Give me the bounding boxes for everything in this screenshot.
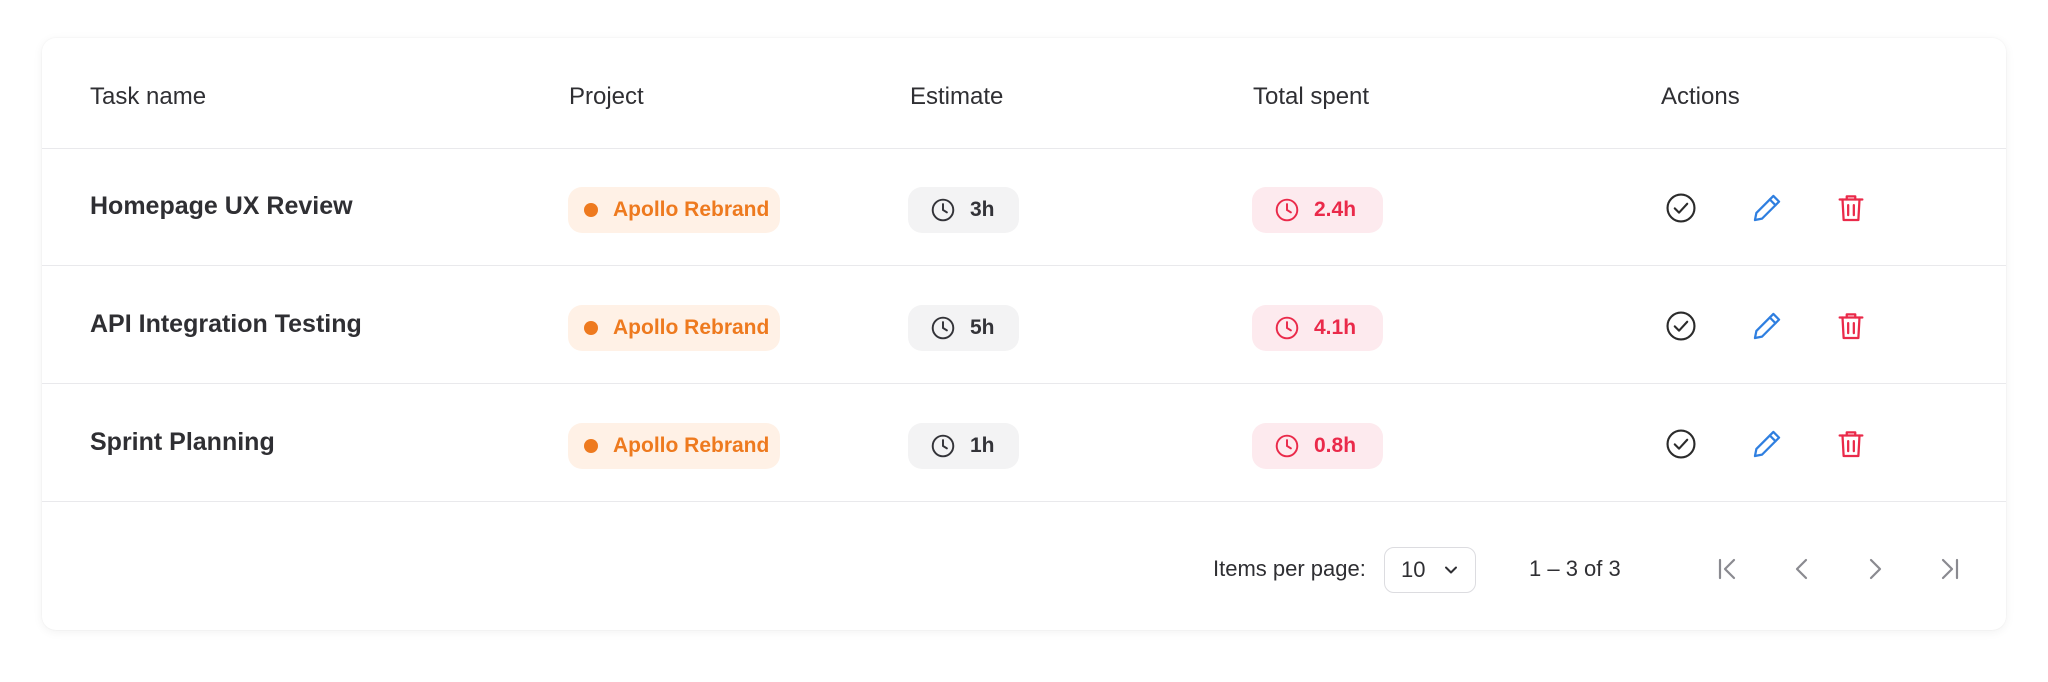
pencil-icon [1753,430,1781,458]
project-label: Apollo Rebrand [613,198,770,221]
estimate-value: 1h [970,434,995,457]
items-per-page-label: Items per page: [1213,556,1366,581]
clock-icon [1275,316,1299,340]
table-row: API Integration Testing Apollo Rebrand 5… [42,266,2006,384]
task-name: API Integration Testing [90,310,362,338]
table-row: Homepage UX Review Apollo Rebrand 3h 2.4… [42,148,2006,266]
project-badge: Apollo Rebrand [568,187,780,233]
previous-page-button[interactable] [1784,551,1820,587]
dot-icon [584,203,598,217]
pencil-icon [1753,312,1781,340]
items-per-page-select[interactable]: 10 [1384,547,1476,593]
total-spent-badge: 4.1h [1252,305,1383,351]
items-per-page-value: 10 [1401,557,1426,582]
estimate-value: 3h [970,198,995,221]
table-footer: Items per page: 10 1 – 3 of 3 [42,505,2006,630]
total-spent-value: 4.1h [1314,316,1357,339]
task-name: Sprint Planning [90,428,275,456]
project-label: Apollo Rebrand [613,316,770,339]
total-spent-value: 0.8h [1314,434,1357,457]
project-badge: Apollo Rebrand [568,423,780,469]
next-page-button[interactable] [1857,551,1893,587]
pencil-icon [1753,194,1781,222]
pagination-range: 1 – 3 of 3 [1529,556,1621,581]
check-circle-icon [1666,193,1696,223]
delete-button[interactable] [1834,427,1868,461]
last-page-icon [1941,558,1959,580]
table-header: Task name Project Estimate Total spent A… [42,38,2006,149]
dot-icon [584,439,598,453]
complete-button[interactable] [1664,191,1698,225]
project-badge: Apollo Rebrand [568,305,780,351]
trash-icon [1838,195,1864,222]
edit-button[interactable] [1750,309,1784,343]
column-header-actions: Actions [1661,83,1740,110]
chevron-down-icon [1445,566,1457,574]
total-spent-badge: 0.8h [1252,423,1383,469]
task-name: Homepage UX Review [90,192,353,220]
estimate-value: 5h [970,316,995,339]
clock-icon [931,198,955,222]
check-circle-icon [1666,429,1696,459]
prev-page-icon [1795,558,1808,580]
clock-icon [931,434,955,458]
project-label: Apollo Rebrand [613,434,770,457]
estimate-badge: 5h [908,305,1019,351]
estimate-badge: 1h [908,423,1019,469]
edit-button[interactable] [1750,427,1784,461]
check-circle-icon [1666,311,1696,341]
total-spent-value: 2.4h [1314,198,1357,221]
column-header-estimate: Estimate [910,83,1004,110]
column-header-total-spent: Total spent [1253,83,1370,110]
edit-button[interactable] [1750,191,1784,225]
clock-icon [1275,434,1299,458]
estimate-badge: 3h [908,187,1019,233]
tasks-table-card: Task name Project Estimate Total spent A… [42,38,2006,630]
complete-button[interactable] [1664,427,1698,461]
trash-icon [1838,431,1864,458]
first-page-icon [1718,558,1736,580]
complete-button[interactable] [1664,309,1698,343]
dot-icon [584,321,598,335]
column-header-project: Project [569,83,644,110]
total-spent-badge: 2.4h [1252,187,1383,233]
delete-button[interactable] [1834,309,1868,343]
trash-icon [1838,313,1864,340]
next-page-icon [1869,558,1882,580]
table-row: Sprint Planning Apollo Rebrand 1h 0.8h [42,384,2006,502]
delete-button[interactable] [1834,191,1868,225]
column-header-task-name: Task name [90,83,207,110]
first-page-button[interactable] [1710,551,1746,587]
clock-icon [1275,198,1299,222]
last-page-button[interactable] [1931,551,1967,587]
clock-icon [931,316,955,340]
